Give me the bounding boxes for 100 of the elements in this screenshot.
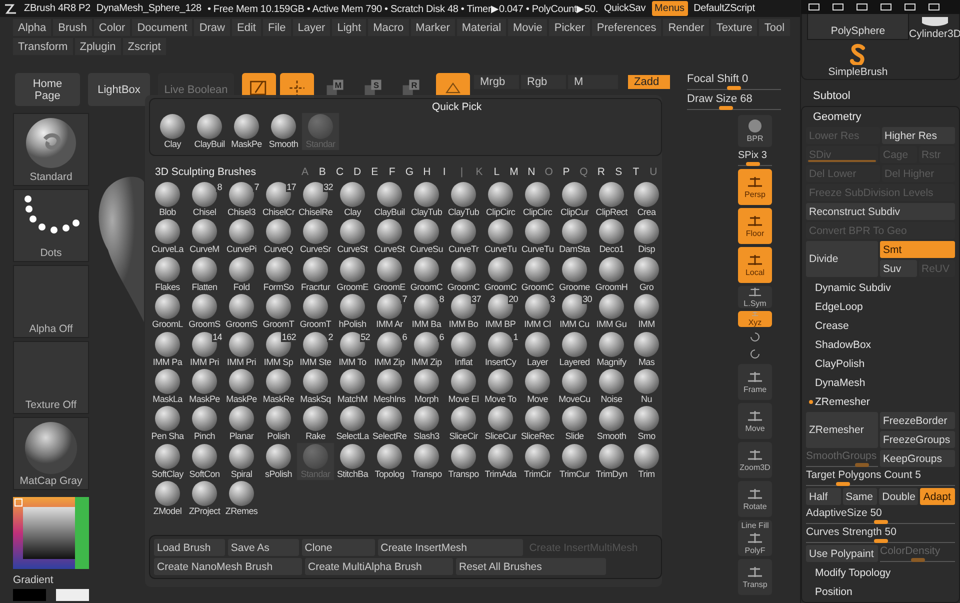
preset-tile[interactable]: Groome bbox=[556, 256, 593, 293]
viewport-tool-button[interactable]: Xyz bbox=[738, 311, 772, 327]
viewport-tool-button[interactable]: Transp bbox=[738, 559, 772, 595]
preset-tile[interactable]: Pinch bbox=[186, 405, 223, 442]
preset-tile[interactable]: TrimCir bbox=[519, 442, 556, 480]
viewport-tool-button[interactable]: Zoom3D bbox=[738, 442, 772, 478]
focal-shift-slider[interactable]: Focal Shift 0 bbox=[687, 73, 781, 90]
preset-tile[interactable]: CurveSt bbox=[371, 218, 408, 256]
shelf-tile[interactable]: Texture Off bbox=[13, 341, 89, 414]
shelf-tile[interactable]: Alpha Off bbox=[13, 265, 89, 338]
preset-tile[interactable]: Move El bbox=[445, 368, 482, 405]
preset-tile[interactable]: FormSo bbox=[260, 256, 297, 293]
color-swatch[interactable] bbox=[13, 589, 46, 601]
keep-groups-toggle[interactable]: KeepGroups bbox=[880, 450, 955, 467]
mode-toggle[interactable]: Half bbox=[806, 488, 841, 505]
toolbar-button[interactable]: Home Page bbox=[15, 73, 80, 106]
menu-item[interactable]: Marker bbox=[410, 19, 455, 36]
letter-filter[interactable]: R bbox=[592, 166, 610, 178]
preset-tile[interactable]: MaskRe bbox=[260, 368, 297, 405]
preset-tile[interactable]: Chisel 8 bbox=[186, 181, 223, 218]
preset-tile[interactable]: Move To bbox=[482, 368, 519, 405]
brush-action-button[interactable]: Create NanoMesh Brush bbox=[154, 558, 302, 575]
brush-action-button[interactable]: Create MultiAlpha Brush bbox=[305, 558, 453, 575]
preset-tile[interactable]: Slash3 bbox=[408, 405, 445, 442]
preset-tile[interactable]: CurveQ bbox=[260, 218, 297, 256]
menu-item[interactable]: Tool bbox=[759, 19, 790, 36]
preset-tile[interactable]: MaskPe bbox=[228, 113, 265, 150]
preset-tile[interactable]: ZModel bbox=[149, 480, 186, 518]
viewport-tool-button[interactable]: Move bbox=[738, 403, 772, 439]
preset-tile[interactable]: SoftClay bbox=[149, 442, 186, 480]
brush-action-button[interactable]: Reset All Brushes bbox=[456, 558, 606, 575]
color-picker-drawing[interactable] bbox=[13, 497, 89, 569]
palette-icon[interactable] bbox=[903, 2, 917, 12]
slider-thumb[interactable] bbox=[874, 539, 888, 543]
preset-tile[interactable]: Flakes bbox=[149, 256, 186, 293]
viewport-tool-button[interactable]: BPR bbox=[738, 115, 772, 147]
preset-tile[interactable]: MaskPe bbox=[186, 368, 223, 405]
preset-tile[interactable]: MaskLa bbox=[149, 368, 186, 405]
menu-item[interactable]: Color bbox=[94, 19, 130, 36]
section-header[interactable]: Modify Topology bbox=[806, 564, 955, 581]
preset-tile[interactable]: Clay bbox=[154, 113, 191, 150]
preset-tile[interactable]: ZRemes bbox=[223, 480, 260, 518]
preset-tile[interactable]: MeshIns bbox=[371, 368, 408, 405]
brush-action-button[interactable]: Clone bbox=[302, 539, 375, 556]
preset-tile[interactable]: ClayBuil bbox=[191, 113, 228, 150]
palette-icon[interactable] bbox=[927, 2, 941, 12]
letter-filter[interactable]: S bbox=[610, 166, 628, 178]
shelf-tile[interactable]: MatCap Gray bbox=[13, 417, 89, 490]
preset-tile[interactable]: ZProject bbox=[186, 480, 223, 518]
viewport-tool-button[interactable]: Line Fill PolyF bbox=[738, 520, 772, 556]
preset-tile[interactable]: Spiral bbox=[223, 442, 260, 480]
section-header[interactable]: ClayPolish bbox=[806, 355, 955, 372]
preset-tile[interactable]: Crea bbox=[630, 181, 662, 218]
toolbar-button[interactable]: LightBox bbox=[88, 73, 150, 106]
channel-toggle[interactable]: Mrgb bbox=[474, 75, 519, 89]
preset-tile[interactable]: IMM Pri 14 bbox=[186, 330, 223, 368]
preset-tile[interactable]: IMM To 52 bbox=[334, 330, 371, 368]
slider-thumb[interactable] bbox=[746, 162, 760, 166]
preset-tile[interactable]: GroomC bbox=[408, 256, 445, 293]
preset-tile[interactable]: Trim bbox=[630, 442, 662, 480]
preset-tile[interactable]: CurveSr bbox=[297, 218, 334, 256]
section-header[interactable]: Crease bbox=[806, 317, 955, 334]
preset-tile[interactable]: ClayTub bbox=[445, 181, 482, 218]
viewport-tool-button[interactable]: Persp bbox=[738, 169, 772, 205]
menu-item[interactable]: Transform bbox=[13, 38, 73, 55]
preset-tile[interactable]: InsertCy 1 bbox=[482, 330, 519, 368]
menu-item[interactable]: Picker bbox=[549, 19, 590, 36]
letter-filter[interactable]: P bbox=[558, 166, 576, 178]
section-header[interactable]: EdgeLoop bbox=[806, 298, 955, 315]
viewport-tool-button[interactable]: Frame bbox=[738, 364, 772, 400]
preset-tile[interactable]: ClipCirc bbox=[482, 181, 519, 218]
menu-item[interactable]: Zscript bbox=[122, 38, 166, 55]
preset-tile[interactable]: SliceCur bbox=[482, 405, 519, 442]
preset-tile[interactable]: Chisel3 7 bbox=[223, 181, 260, 218]
preset-tile[interactable]: Polish bbox=[260, 405, 297, 442]
preset-tile[interactable]: MoveCu bbox=[556, 368, 593, 405]
preset-tile[interactable]: SliceCir bbox=[445, 405, 482, 442]
palette-icon[interactable] bbox=[879, 2, 893, 12]
preset-tile[interactable]: ChiselCr 17 bbox=[260, 181, 297, 218]
preset-tile[interactable]: IMM bbox=[630, 293, 662, 330]
preset-tile[interactable]: ClipCirc bbox=[519, 181, 556, 218]
preset-tile[interactable]: SelectRe bbox=[371, 405, 408, 442]
preset-tile[interactable]: Planar bbox=[223, 405, 260, 442]
preset-tile[interactable]: sPolish bbox=[260, 442, 297, 480]
menu-item[interactable]: Alpha bbox=[13, 19, 52, 36]
menu-item[interactable]: Edit bbox=[232, 19, 261, 36]
menu-item[interactable]: Material bbox=[456, 19, 506, 36]
zremesher-button[interactable]: ZRemesher bbox=[806, 412, 878, 448]
preset-tile[interactable]: Move bbox=[519, 368, 556, 405]
higher-res-button[interactable]: Higher Res bbox=[882, 127, 955, 144]
preset-tile[interactable]: CurveTu bbox=[519, 218, 556, 256]
palette-icon[interactable] bbox=[855, 2, 869, 12]
preset-tile[interactable]: IMM Pri bbox=[223, 330, 260, 368]
preset-tile[interactable]: Morph bbox=[408, 368, 445, 405]
preset-tile[interactable]: IMM Sp 162 bbox=[260, 330, 297, 368]
color-swatch[interactable] bbox=[56, 589, 89, 601]
slider-thumb[interactable] bbox=[874, 520, 888, 524]
adaptive-size-slider[interactable]: AdaptiveSize 50 bbox=[806, 507, 955, 524]
menu-item[interactable]: File bbox=[262, 19, 291, 36]
tool-thumbnail[interactable]: PolySphere bbox=[807, 14, 909, 40]
